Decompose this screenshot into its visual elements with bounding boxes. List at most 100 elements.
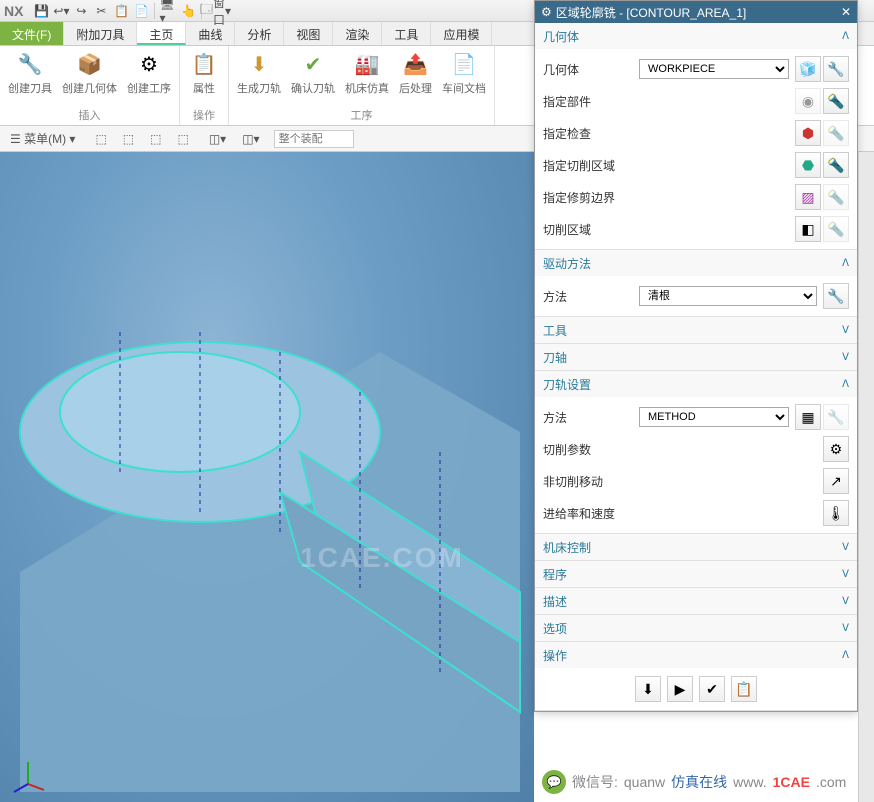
verify-path-button[interactable]: ✔确认刀轨 <box>287 48 339 98</box>
save-icon[interactable]: 💾 <box>32 2 50 20</box>
filter2-icon[interactable]: ⬚ <box>117 130 140 148</box>
machine-sim-button[interactable]: 🏭机床仿真 <box>341 48 393 98</box>
section-header-axis[interactable]: 刀轴 ᐯ <box>535 344 857 370</box>
trim-label: 指定修剪边界 <box>543 189 633 206</box>
wechat-label: 微信号: <box>572 772 618 792</box>
tab-analyze[interactable]: 分析 <box>235 22 284 45</box>
select-part-icon[interactable]: ◉ <box>795 88 821 114</box>
replay-button[interactable]: ▶ <box>667 676 693 702</box>
menu-button[interactable]: ☰ 菜单(M) ▾ <box>4 128 81 149</box>
select-check-icon[interactable]: ⬢ <box>795 120 821 146</box>
select-cutregion-icon[interactable]: ◧ <box>795 216 821 242</box>
verify-button[interactable]: ✔ <box>699 676 725 702</box>
section-header-tool[interactable]: 工具 ᐯ <box>535 317 857 343</box>
row-path-method: 方法 METHOD ▦ 🔧 <box>543 401 849 433</box>
right-sidebar[interactable] <box>858 152 874 802</box>
shopfloor-button[interactable]: 📄车间文档 <box>438 48 490 98</box>
path-method-select[interactable]: METHOD <box>639 407 789 427</box>
operation-icon: ⚙ <box>135 50 163 78</box>
view-icon[interactable]: ◫▾ <box>203 130 232 148</box>
url-suffix: .com <box>816 774 846 790</box>
list-button[interactable]: 📋 <box>731 676 757 702</box>
gear-icon: ⚙ <box>541 5 552 19</box>
display-cutarea-icon[interactable]: 🔦 <box>823 152 849 178</box>
section-axis: 刀轴 ᐯ <box>535 344 857 371</box>
drive-method-select[interactable]: 清根 <box>639 286 817 306</box>
cutparams-label: 切削参数 <box>543 441 633 458</box>
cutparams-icon[interactable]: ⚙ <box>823 436 849 462</box>
tab-file[interactable]: 文件(F) <box>0 22 64 45</box>
display-trim-icon[interactable]: 🔦 <box>823 184 849 210</box>
filter3-icon[interactable]: ⬚ <box>144 130 167 148</box>
assembly-search-input[interactable] <box>274 130 354 148</box>
cut-icon[interactable]: ✂ <box>92 2 110 20</box>
section-desc: 描述 ᐯ <box>535 588 857 615</box>
row-cutparams: 切削参数 ⚙ <box>543 433 849 465</box>
brand-text: 仿真在线 <box>671 772 727 792</box>
copy-icon[interactable]: 📋 <box>112 2 130 20</box>
feed-icon[interactable]: 🌡 <box>823 500 849 526</box>
method-edit-icon[interactable]: 🔧 <box>823 404 849 430</box>
display-dropdown-icon[interactable]: 🖥▾ <box>159 2 177 20</box>
redo-icon[interactable]: ↪ <box>72 2 90 20</box>
tab-tool[interactable]: 工具 <box>382 22 431 45</box>
tab-addon[interactable]: 附加刀具 <box>64 22 137 45</box>
drive-method-label: 方法 <box>543 288 633 305</box>
method-inherit-icon[interactable]: ▦ <box>795 404 821 430</box>
section-header-program[interactable]: 程序 ᐯ <box>535 561 857 587</box>
section-header-desc[interactable]: 描述 ᐯ <box>535 588 857 614</box>
noncut-icon[interactable]: ↗ <box>823 468 849 494</box>
close-icon[interactable]: ✕ <box>841 5 851 19</box>
coordinate-system-icon[interactable] <box>8 754 48 794</box>
create-operation-button[interactable]: ⚙创建工序 <box>123 48 175 98</box>
display-check-icon[interactable]: 🔦 <box>823 120 849 146</box>
tab-render[interactable]: 渲染 <box>333 22 382 45</box>
select-cutarea-icon[interactable]: ⬣ <box>795 152 821 178</box>
model-view[interactable]: 1CAE.COM <box>0 152 534 802</box>
display-cutregion-icon[interactable]: 🔦 <box>823 216 849 242</box>
section-tool: 工具 ᐯ <box>535 317 857 344</box>
touch-icon[interactable]: 👆 <box>179 2 197 20</box>
geometry-select[interactable]: WORKPIECE <box>639 59 789 79</box>
generate-path-button[interactable]: ⬇生成刀轨 <box>233 48 285 98</box>
ribbon-group-label: 工序 <box>351 107 373 123</box>
dialog-titlebar[interactable]: ⚙ 区域轮廓铣 - [CONTOUR_AREA_1] ✕ <box>535 1 857 23</box>
display-part-icon[interactable]: 🔦 <box>823 88 849 114</box>
undo-dropdown-icon[interactable]: ↩▾ <box>52 2 70 20</box>
edit-geometry-icon[interactable]: 🔧 <box>823 56 849 82</box>
tab-app[interactable]: 应用模 <box>431 22 492 45</box>
tab-view[interactable]: 视图 <box>284 22 333 45</box>
view2-icon[interactable]: ◫▾ <box>236 130 265 148</box>
postprocess-button[interactable]: 📤后处理 <box>395 48 436 98</box>
section-header-geometry[interactable]: 几何体 ᐱ <box>535 23 857 49</box>
row-part: 指定部件 ◉ 🔦 <box>543 85 849 117</box>
viewport-3d[interactable]: 1CAE.COM <box>0 152 534 802</box>
wechat-icon: 💬 <box>542 770 566 794</box>
section-header-machine[interactable]: 机床控制 ᐯ <box>535 534 857 560</box>
new-geometry-icon[interactable]: 🧊 <box>795 56 821 82</box>
dialog-body: 几何体 ᐱ 几何体 WORKPIECE 🧊 🔧 指定部件 ◉ 🔦 <box>535 23 857 711</box>
section-header-drive[interactable]: 驱动方法 ᐱ <box>535 250 857 276</box>
chevron-down-icon: ᐯ <box>842 623 849 634</box>
filter-icon[interactable]: ⬚ <box>89 130 112 148</box>
properties-button[interactable]: 📋属性 <box>184 48 224 98</box>
chevron-down-icon: ᐯ <box>842 542 849 553</box>
verify-icon: ✔ <box>299 50 327 78</box>
row-geometry: 几何体 WORKPIECE 🧊 🔧 <box>543 53 849 85</box>
create-geometry-button[interactable]: 📦创建几何体 <box>58 48 121 98</box>
window-menu[interactable]: 🗔 窗口▾ <box>206 2 224 20</box>
section-header-options[interactable]: 选项 ᐯ <box>535 615 857 641</box>
select-trim-icon[interactable]: ▨ <box>795 184 821 210</box>
section-header-ops[interactable]: 操作 ᐱ <box>535 642 857 668</box>
section-header-path[interactable]: 刀轨设置 ᐱ <box>535 371 857 397</box>
edit-drive-icon[interactable]: 🔧 <box>823 283 849 309</box>
row-drive-method: 方法 清根 🔧 <box>543 280 849 312</box>
paste-icon[interactable]: 📄 <box>132 2 150 20</box>
create-tool-button[interactable]: 🔧创建刀具 <box>4 48 56 98</box>
tab-curve[interactable]: 曲线 <box>186 22 235 45</box>
chevron-down-icon: ᐯ <box>842 596 849 607</box>
generate-button[interactable]: ⬇ <box>635 676 661 702</box>
tab-home[interactable]: 主页 <box>137 22 186 45</box>
model-render <box>0 152 534 802</box>
filter4-icon[interactable]: ⬚ <box>171 130 194 148</box>
